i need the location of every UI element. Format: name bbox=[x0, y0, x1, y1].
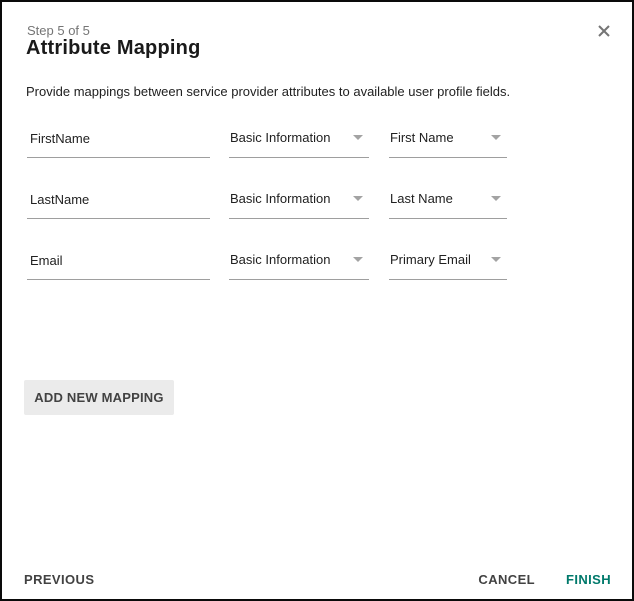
add-new-mapping-button[interactable]: ADD NEW MAPPING bbox=[24, 380, 174, 415]
chevron-down-icon bbox=[353, 196, 363, 201]
chevron-down-icon bbox=[353, 135, 363, 140]
category-dropdown[interactable]: Basic Information bbox=[229, 190, 369, 219]
chevron-down-icon bbox=[491, 135, 501, 140]
close-button[interactable] bbox=[596, 23, 612, 39]
dialog-description: Provide mappings between service provide… bbox=[26, 84, 510, 99]
field-dropdown-value: First Name bbox=[390, 130, 454, 145]
field-dropdown[interactable]: First Name bbox=[389, 129, 507, 158]
finish-button[interactable]: FINISH bbox=[566, 572, 611, 587]
chevron-down-icon bbox=[353, 257, 363, 262]
category-dropdown-value: Basic Information bbox=[230, 191, 330, 206]
mapping-row: Basic Information Primary Email bbox=[27, 251, 507, 280]
chevron-down-icon bbox=[491, 196, 501, 201]
attribute-mapping-dialog: Step 5 of 5 Attribute Mapping Provide ma… bbox=[0, 0, 634, 601]
field-dropdown[interactable]: Last Name bbox=[389, 190, 507, 219]
step-indicator: Step 5 of 5 bbox=[27, 23, 90, 38]
category-dropdown[interactable]: Basic Information bbox=[229, 251, 369, 280]
category-dropdown-value: Basic Information bbox=[230, 130, 330, 145]
field-dropdown[interactable]: Primary Email bbox=[389, 251, 507, 280]
field-dropdown-value: Primary Email bbox=[390, 252, 471, 267]
close-icon bbox=[597, 24, 611, 38]
mapping-row: Basic Information Last Name bbox=[27, 190, 507, 219]
chevron-down-icon bbox=[491, 257, 501, 262]
attribute-input-email[interactable] bbox=[27, 251, 210, 280]
mapping-row: Basic Information First Name bbox=[27, 129, 507, 158]
page-title: Attribute Mapping bbox=[26, 37, 200, 60]
field-dropdown-value: Last Name bbox=[390, 191, 453, 206]
attribute-input-lastname[interactable] bbox=[27, 190, 210, 219]
category-dropdown[interactable]: Basic Information bbox=[229, 129, 369, 158]
attribute-input-firstname[interactable] bbox=[27, 129, 210, 158]
category-dropdown-value: Basic Information bbox=[230, 252, 330, 267]
cancel-button[interactable]: CANCEL bbox=[478, 572, 535, 587]
previous-button[interactable]: PREVIOUS bbox=[24, 572, 94, 587]
